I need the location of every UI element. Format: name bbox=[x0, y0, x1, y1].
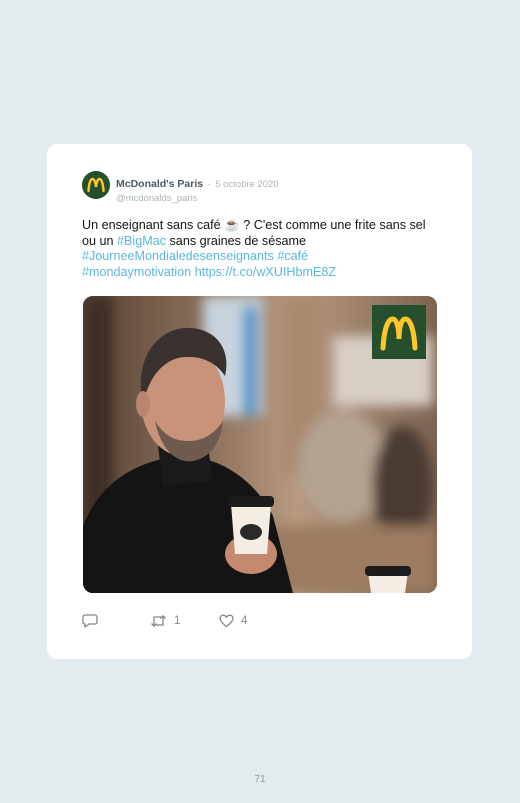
like-count: 4 bbox=[241, 615, 248, 627]
speech-bubble-icon bbox=[82, 614, 98, 628]
hashtag-bigmac[interactable]: #BigMac bbox=[117, 234, 166, 248]
tweet-date[interactable]: 5 octobre 2020 bbox=[215, 179, 278, 190]
retweet-count: 1 bbox=[174, 615, 181, 627]
tweet-actions: 1 4 bbox=[82, 614, 332, 632]
display-name[interactable]: McDonald's Paris bbox=[116, 178, 203, 190]
tweet-link[interactable]: https://t.co/wXUIHbmE8Z bbox=[195, 265, 336, 279]
retweet-icon bbox=[151, 614, 166, 628]
hashtag-monday[interactable]: #mondaymotivation bbox=[82, 265, 191, 279]
reply-button[interactable] bbox=[82, 614, 98, 628]
heart-icon bbox=[219, 614, 234, 628]
photo-man-with-coffee bbox=[83, 296, 437, 593]
tweet-card: McDonald's Paris · 5 octobre 2020 @mcdon… bbox=[47, 144, 472, 659]
text-part-2: sans graines de sésame bbox=[166, 233, 307, 248]
tweet-media-photo[interactable] bbox=[83, 296, 437, 593]
hashtag-journee[interactable]: #JourneeMondialedesenseignants bbox=[82, 249, 274, 263]
mcdonalds-logo-icon bbox=[82, 171, 110, 199]
mcdonalds-logo-tile bbox=[372, 305, 426, 359]
user-handle[interactable]: @mcdonalds_paris bbox=[116, 193, 279, 204]
tweet-text: Un enseignant sans café ☕ ? C'est comme … bbox=[82, 218, 432, 280]
retweet-button[interactable]: 1 bbox=[150, 614, 180, 628]
page-number: 71 bbox=[254, 774, 266, 785]
avatar[interactable] bbox=[82, 171, 110, 199]
hashtag-cafe[interactable]: #café bbox=[277, 249, 308, 263]
like-button[interactable]: 4 bbox=[219, 614, 247, 628]
separator: · bbox=[207, 179, 211, 190]
mccafe-cup bbox=[228, 496, 274, 554]
author-info: McDonald's Paris · 5 octobre 2020 @mcdon… bbox=[116, 174, 279, 204]
